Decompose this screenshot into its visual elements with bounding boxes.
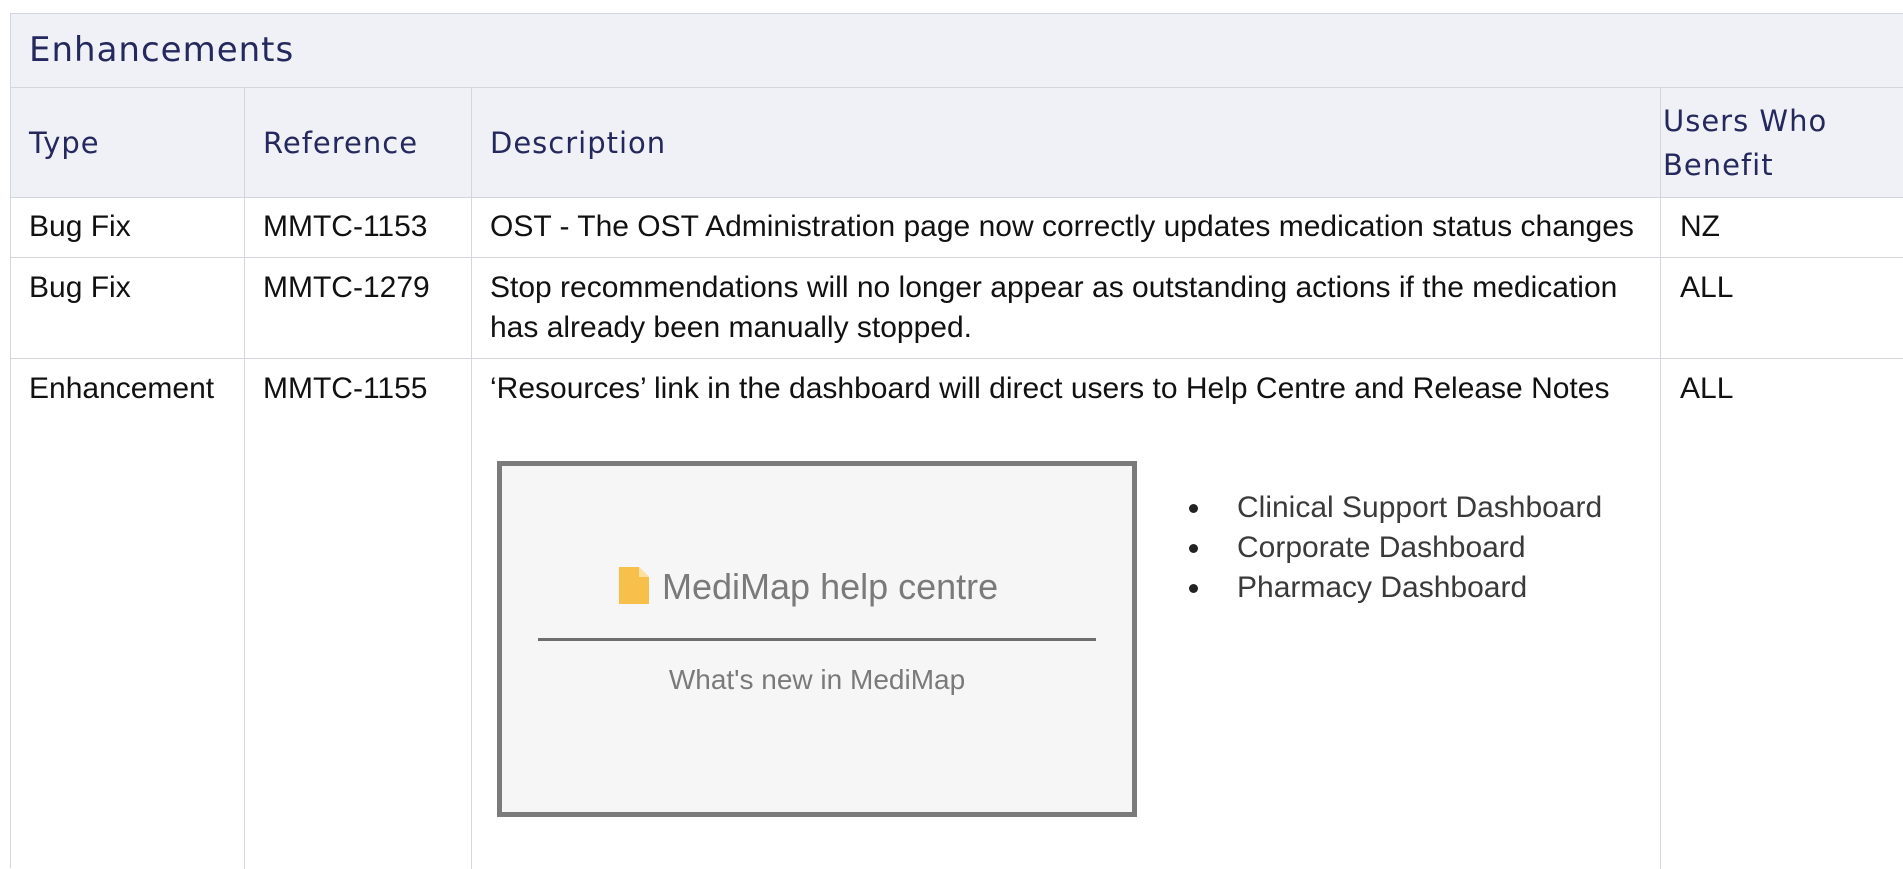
list-item: Clinical Support Dashboard (1189, 488, 1602, 528)
bullet-icon (1189, 504, 1198, 513)
whats-new-link: What's new in MediMap (668, 664, 966, 695)
divider (538, 638, 1096, 641)
header-description: Description (490, 126, 667, 160)
row2-reference: MMTC-1279 (263, 271, 430, 304)
row2-users: ALL (1680, 271, 1734, 304)
header-users-line1: Users Who (1663, 104, 1828, 138)
help-centre-title: MediMap help centre (662, 566, 999, 607)
column-divider (1660, 88, 1661, 869)
help-centre-screenshot: MediMap help centre What's new in MediMa… (497, 461, 1137, 817)
section-header: Enhancements (11, 14, 1903, 88)
list-item: Corporate Dashboard (1189, 528, 1602, 568)
list-item: Pharmacy Dashboard (1189, 568, 1602, 608)
row3-description: ‘Resources’ link in the dashboard will d… (490, 372, 1610, 405)
row1-type: Bug Fix (29, 210, 131, 243)
header-reference: Reference (263, 126, 419, 160)
document-icon (619, 567, 649, 604)
header-users-line2: Benefit (1663, 148, 1774, 182)
row-divider (11, 257, 1903, 258)
list-item-label: Pharmacy Dashboard (1237, 571, 1528, 604)
bullet-icon (1189, 584, 1198, 593)
bullet-icon (1189, 544, 1198, 553)
row3-users: ALL (1680, 372, 1734, 405)
row1-reference: MMTC-1153 (263, 210, 428, 243)
row2-description: Stop recommendations will no longer appe… (490, 271, 1618, 344)
section-title: Enhancements (29, 30, 295, 70)
header-type: Type (29, 126, 100, 160)
column-divider (244, 88, 245, 869)
row3-reference: MMTC-1155 (263, 372, 428, 405)
row2-type: Bug Fix (29, 271, 131, 304)
row1-description: OST - The OST Administration page now co… (490, 210, 1634, 243)
row-divider (11, 358, 1903, 359)
column-divider (471, 88, 472, 869)
row1-users: NZ (1680, 210, 1720, 243)
dashboard-list: Clinical Support Dashboard Corporate Das… (1189, 488, 1602, 608)
list-item-label: Corporate Dashboard (1237, 531, 1526, 564)
list-item-label: Clinical Support Dashboard (1237, 491, 1603, 524)
row3-type: Enhancement (29, 372, 215, 405)
enhancements-table: Enhancements Type Reference Description … (10, 13, 1903, 869)
